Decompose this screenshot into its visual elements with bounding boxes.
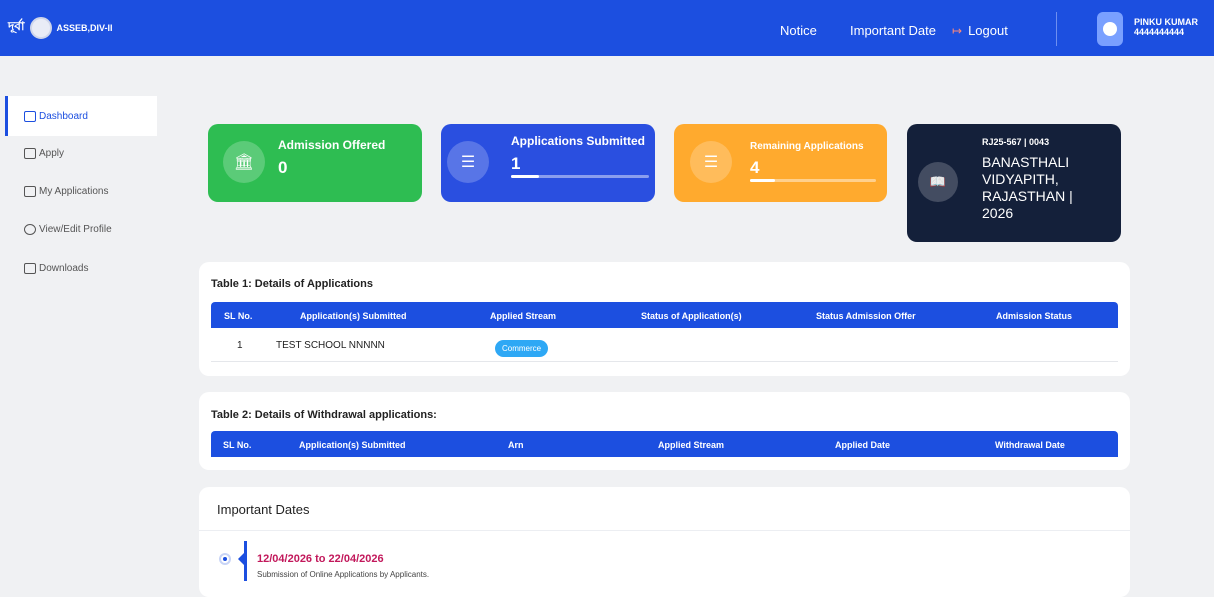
- emblem-logo-icon: [30, 17, 53, 39]
- brand-name: ASSEB,DIV-II: [56, 23, 113, 33]
- applications-submitted-card[interactable]: ☰ Applications Submitted 1: [441, 124, 655, 202]
- remaining-progress-bar: [750, 179, 876, 182]
- timeline-description: Submission of Online Applications by App…: [257, 570, 430, 579]
- divider: [199, 530, 1130, 531]
- column-header: SL No.: [223, 440, 252, 450]
- submitted-progress-fill: [511, 175, 539, 178]
- card-value: 0: [278, 158, 288, 177]
- form-icon: [24, 147, 36, 159]
- column-header: Arn: [508, 440, 524, 450]
- table-row: 1 TEST SCHOOL NNNNN Commerce: [211, 328, 1118, 362]
- folder-icon: [24, 185, 36, 197]
- remaining-progress-fill: [750, 179, 776, 182]
- column-header: Applied Stream: [658, 440, 725, 450]
- sidebar-item-my-applications[interactable]: My Applications: [8, 171, 160, 211]
- brand-script: দূর্বা: [8, 19, 25, 33]
- important-dates-panel: Important Dates 12/04/2026 to 22/04/2026…: [199, 487, 1130, 597]
- user-avatar-icon[interactable]: [1097, 12, 1123, 46]
- cell-application: TEST SCHOOL NNNNN: [276, 340, 385, 351]
- submitted-progress-bar: [511, 175, 649, 178]
- sidebar-item-dashboard[interactable]: Dashboard: [5, 96, 157, 136]
- list-icon: ☰: [447, 141, 489, 183]
- sidebar-item-label: Dashboard: [39, 110, 88, 122]
- logout-icon: ↦: [952, 23, 963, 38]
- remaining-applications-card[interactable]: ☰ Remaining Applications 4: [674, 124, 887, 202]
- column-header: Withdrawal Date: [995, 440, 1065, 450]
- card-title: Remaining Applications: [750, 141, 864, 152]
- logout-link[interactable]: ↦ Logout: [952, 23, 1008, 38]
- important-dates-title: Important Dates: [217, 502, 310, 517]
- applications-table-panel: Table 1: Details of Applications SL No. …: [199, 262, 1130, 376]
- column-header: Status Admission Offer: [816, 311, 916, 321]
- important-date-link[interactable]: Important Date: [850, 23, 936, 38]
- timeline-bar: [244, 541, 247, 581]
- card-value: 4: [750, 158, 760, 177]
- column-header: Application(s) Submitted: [300, 311, 407, 321]
- sidebar-item-label: Apply: [39, 147, 65, 159]
- bank-icon: 🏛: [223, 141, 265, 183]
- column-header: Admission Status: [996, 311, 1073, 321]
- logout-label: Logout: [968, 23, 1008, 38]
- column-header: Applied Stream: [490, 311, 557, 321]
- table2-header: SL No. Application(s) Submitted Arn Appl…: [211, 431, 1118, 457]
- column-header: SL No.: [224, 311, 253, 321]
- school-code: RJ25-567 | 0043: [982, 137, 1050, 147]
- sidebar-item-label: View/Edit Profile: [39, 223, 112, 235]
- sidebar-item-downloads[interactable]: Downloads: [8, 248, 160, 288]
- top-navbar: দূর্বা ASSEB,DIV-II Notice Important Dat…: [0, 0, 1214, 56]
- timeline-dot-icon: [219, 553, 231, 565]
- table1-title: Table 1: Details of Applications: [211, 278, 373, 290]
- timeline-date: 12/04/2026 to 22/04/2026: [257, 553, 384, 565]
- card-title: Admission Offered: [278, 138, 386, 152]
- nav-divider: [1056, 12, 1057, 46]
- column-header: Status of Application(s): [641, 311, 742, 321]
- notice-link[interactable]: Notice: [780, 23, 817, 38]
- school-name: BANASTHALI VIDYAPITH, RAJASTHAN | 2026: [982, 154, 1073, 221]
- user-id: 4444444444: [1134, 27, 1185, 37]
- stream-badge: Commerce: [495, 340, 549, 357]
- book-icon: 📖: [918, 162, 958, 202]
- download-icon: [24, 262, 36, 274]
- sidebar: Dashboard Apply My Applications View/Edi…: [0, 56, 160, 589]
- list-icon: ☰: [690, 141, 732, 183]
- cell-sl: 1: [237, 340, 243, 351]
- sidebar-item-apply[interactable]: Apply: [8, 133, 160, 173]
- home-icon: [24, 110, 36, 122]
- card-value: 1: [511, 154, 521, 173]
- table1-header: SL No. Application(s) Submitted Applied …: [211, 302, 1118, 328]
- brand[interactable]: দূর্বা ASSEB,DIV-II: [8, 17, 112, 39]
- profile-icon: [24, 223, 36, 235]
- card-title: Applications Submitted: [511, 134, 646, 148]
- sidebar-item-label: My Applications: [39, 185, 109, 197]
- table2-title: Table 2: Details of Withdrawal applicati…: [211, 409, 437, 421]
- sidebar-item-label: Downloads: [39, 262, 89, 274]
- withdrawal-table-panel: Table 2: Details of Withdrawal applicati…: [199, 392, 1130, 470]
- sidebar-item-view-edit-profile[interactable]: View/Edit Profile: [8, 209, 160, 249]
- user-name: PINKU KUMAR: [1134, 17, 1198, 27]
- column-header: Applied Date: [835, 440, 891, 450]
- column-header: Application(s) Submitted: [299, 440, 406, 450]
- admission-offered-card[interactable]: 🏛 Admission Offered 0: [208, 124, 422, 202]
- school-info-card[interactable]: 📖 RJ25-567 | 0043 BANASTHALI VIDYAPITH, …: [907, 124, 1121, 242]
